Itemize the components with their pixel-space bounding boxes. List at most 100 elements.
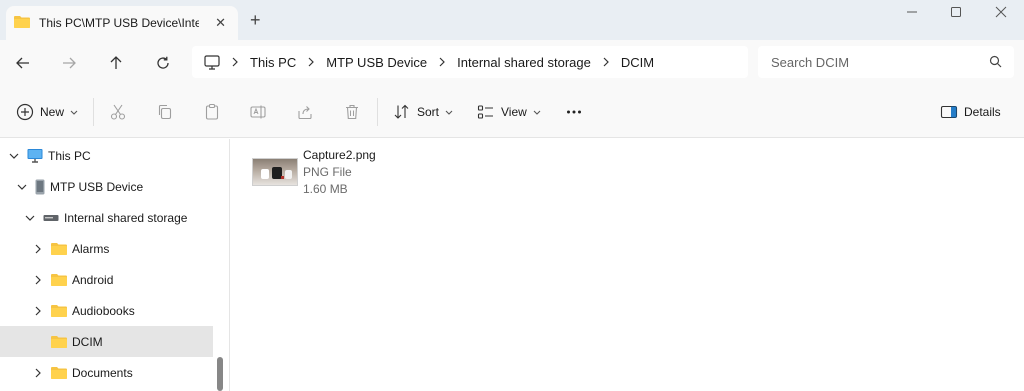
folder-icon bbox=[51, 335, 67, 349]
folder-icon bbox=[51, 273, 67, 287]
sidebar-item-label: This PC bbox=[48, 148, 91, 163]
file-thumbnail bbox=[252, 158, 298, 186]
breadcrumb-mtp-usb-device[interactable]: MTP USB Device bbox=[326, 55, 427, 70]
command-bar: New Sort View Details bbox=[0, 86, 1024, 138]
title-bar: This PC\MTP USB Device\Internal shared s… bbox=[0, 0, 1024, 40]
chevron-down-icon bbox=[445, 105, 453, 119]
back-button[interactable] bbox=[12, 52, 34, 74]
chevron-right-icon[interactable] bbox=[591, 57, 621, 67]
toolbar-divider bbox=[377, 98, 378, 126]
more-options-button[interactable] bbox=[565, 101, 583, 123]
chevron-down-icon[interactable] bbox=[25, 215, 35, 221]
copy-icon bbox=[156, 103, 174, 121]
monitor-icon bbox=[27, 148, 43, 163]
chevron-right-icon[interactable] bbox=[33, 368, 43, 378]
tab-current[interactable]: This PC\MTP USB Device\Internal shared s… bbox=[6, 6, 238, 40]
file-list: Capture2.png PNG File 1.60 MB bbox=[230, 139, 1024, 391]
new-button[interactable]: New bbox=[16, 101, 78, 123]
chevron-down-icon bbox=[70, 105, 78, 119]
new-tab-button[interactable]: + bbox=[250, 11, 261, 29]
folder-icon bbox=[51, 304, 67, 318]
sidebar-item-label: Audiobooks bbox=[72, 303, 135, 318]
sidebar-item-label: DCIM bbox=[72, 334, 103, 349]
sidebar-item-alarms[interactable]: Alarms bbox=[0, 233, 213, 264]
sidebar-item-label: Internal shared storage bbox=[64, 210, 188, 225]
details-label: Details bbox=[964, 105, 1001, 119]
chevron-right-icon[interactable] bbox=[33, 306, 43, 316]
tab-title: This PC\MTP USB Device\Internal shared s… bbox=[39, 16, 199, 30]
copy-button[interactable] bbox=[156, 101, 174, 123]
monitor-icon bbox=[204, 54, 220, 70]
close-tab-icon[interactable]: ✕ bbox=[215, 15, 226, 31]
up-button[interactable] bbox=[105, 52, 127, 74]
breadcrumb-internal-shared-storage[interactable]: Internal shared storage bbox=[457, 55, 591, 70]
view-button[interactable]: View bbox=[477, 101, 541, 123]
maximize-icon[interactable] bbox=[950, 6, 962, 21]
paste-button[interactable] bbox=[203, 101, 221, 123]
sort-label: Sort bbox=[417, 105, 440, 119]
breadcrumb-dcim[interactable]: DCIM bbox=[621, 55, 654, 70]
folder-icon bbox=[51, 242, 67, 256]
view-list-icon bbox=[477, 103, 495, 121]
sidebar-scrollbar-thumb[interactable] bbox=[217, 357, 223, 391]
more-icon bbox=[565, 103, 583, 121]
trash-icon bbox=[343, 103, 361, 121]
rename-button[interactable] bbox=[249, 101, 267, 123]
chevron-right-icon[interactable] bbox=[427, 57, 457, 67]
delete-button[interactable] bbox=[343, 101, 361, 123]
arrow-up-icon bbox=[110, 56, 122, 69]
navigation-pane: This PC MTP USB Device Internal shared s… bbox=[0, 139, 229, 391]
sidebar-item-label: MTP USB Device bbox=[50, 179, 144, 194]
search-placeholder: Search DCIM bbox=[771, 54, 850, 70]
cut-button[interactable] bbox=[109, 101, 127, 123]
chevron-down-icon bbox=[533, 105, 541, 119]
file-name: Capture2.png bbox=[303, 148, 376, 162]
sort-button[interactable]: Sort bbox=[393, 101, 453, 123]
file-size: 1.60 MB bbox=[303, 182, 348, 196]
address-bar[interactable]: This PC MTP USB Device Internal shared s… bbox=[192, 46, 748, 78]
refresh-icon bbox=[157, 56, 169, 69]
share-button[interactable] bbox=[296, 101, 314, 123]
sidebar-scrollbar[interactable] bbox=[213, 139, 229, 391]
arrow-right-icon bbox=[63, 57, 76, 69]
rename-icon bbox=[249, 103, 267, 121]
breadcrumb-this-pc[interactable]: This PC bbox=[250, 55, 296, 70]
file-item[interactable]: Capture2.png PNG File 1.60 MB bbox=[248, 146, 448, 198]
clipboard-icon bbox=[203, 103, 221, 121]
sidebar-item-label: Documents bbox=[72, 365, 133, 380]
folder-icon bbox=[51, 366, 67, 380]
sidebar-item-documents[interactable]: Documents bbox=[0, 357, 213, 388]
details-button[interactable]: Details bbox=[940, 101, 1001, 123]
sidebar-item-audiobooks[interactable]: Audiobooks bbox=[0, 295, 213, 326]
sidebar-item-internal-shared-storage[interactable]: Internal shared storage bbox=[0, 202, 213, 233]
chevron-right-icon[interactable] bbox=[33, 275, 43, 285]
sidebar-item-this-pc[interactable]: This PC bbox=[0, 140, 213, 171]
chevron-down-icon[interactable] bbox=[17, 184, 27, 190]
sidebar-item-dcim[interactable]: DCIM bbox=[0, 326, 213, 357]
share-icon bbox=[296, 103, 314, 121]
toolbar-divider bbox=[93, 98, 94, 126]
search-input[interactable]: Search DCIM bbox=[758, 46, 1014, 78]
sort-icon bbox=[393, 103, 411, 121]
forward-button[interactable] bbox=[58, 52, 80, 74]
drive-icon bbox=[43, 214, 59, 222]
chevron-right-icon[interactable] bbox=[296, 57, 326, 67]
details-pane-icon bbox=[940, 103, 958, 121]
sidebar-item-mtp-usb-device[interactable]: MTP USB Device bbox=[0, 171, 213, 202]
file-type: PNG File bbox=[303, 165, 352, 179]
view-label: View bbox=[501, 105, 527, 119]
search-icon[interactable] bbox=[989, 55, 1002, 71]
chevron-down-icon[interactable] bbox=[9, 153, 19, 159]
plus-circle-icon bbox=[16, 103, 34, 121]
new-label: New bbox=[40, 105, 65, 119]
chevron-right-icon[interactable] bbox=[33, 244, 43, 254]
sidebar-item-label: Android bbox=[72, 272, 114, 287]
sidebar-item-android[interactable]: Android bbox=[0, 264, 213, 295]
close-window-icon[interactable] bbox=[995, 6, 1007, 21]
refresh-button[interactable] bbox=[152, 52, 174, 74]
chevron-right-icon[interactable] bbox=[220, 57, 250, 67]
minimize-icon[interactable] bbox=[906, 6, 918, 21]
navigation-bar: This PC MTP USB Device Internal shared s… bbox=[0, 40, 1024, 86]
folder-icon bbox=[14, 15, 30, 32]
arrow-left-icon bbox=[16, 57, 29, 69]
